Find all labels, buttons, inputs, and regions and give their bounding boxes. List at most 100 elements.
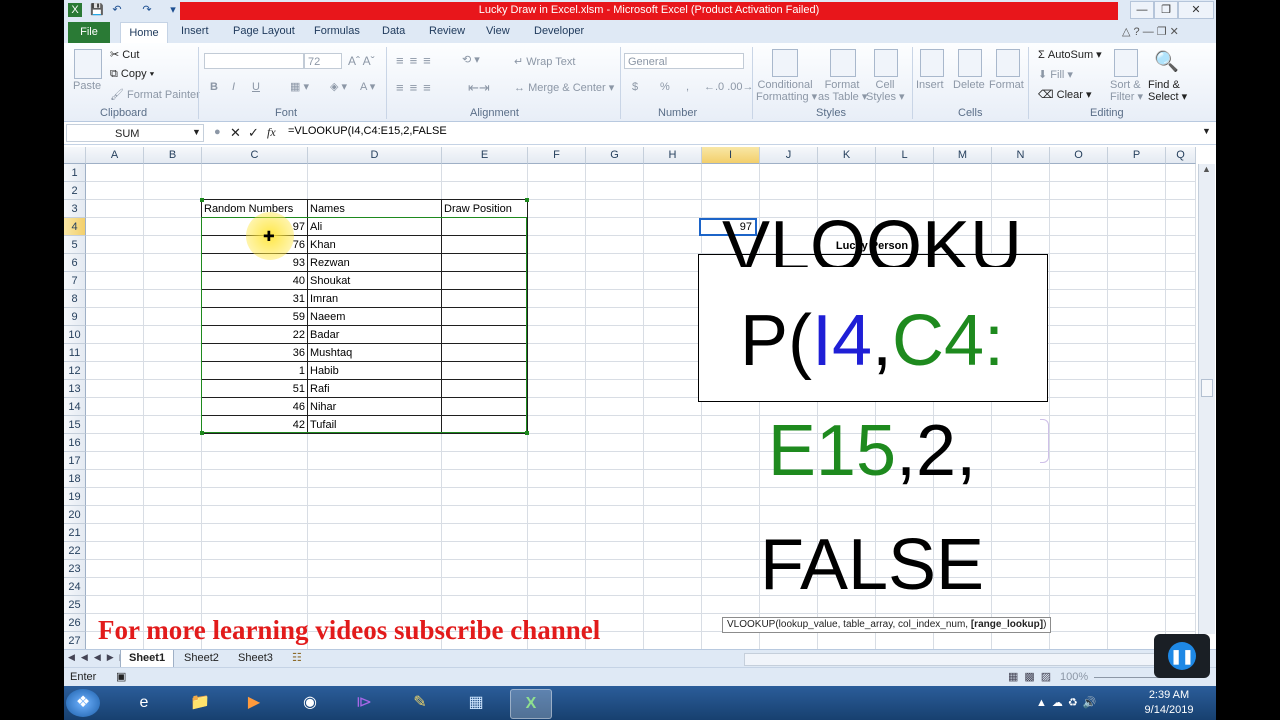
vertical-scrollbar[interactable] xyxy=(1198,164,1215,634)
row-header[interactable]: 21 xyxy=(64,524,86,542)
format-as-table-button[interactable]: Format as Table ▾ xyxy=(818,79,867,103)
column-header[interactable]: C xyxy=(202,147,308,164)
column-header[interactable]: B xyxy=(144,147,202,164)
row-header[interactable]: 17 xyxy=(64,452,86,470)
cut-button[interactable]: ✂ Cut xyxy=(110,48,139,61)
conditional-formatting-icon[interactable] xyxy=(772,49,798,77)
row-header[interactable]: 3 xyxy=(64,200,86,218)
column-header[interactable]: E xyxy=(442,147,528,164)
start-button-icon[interactable]: ❖ xyxy=(66,689,100,717)
percent-button[interactable]: % xyxy=(660,81,670,93)
column-header[interactable]: J xyxy=(760,147,818,164)
name-box-dropdown-icon[interactable]: ▼ xyxy=(192,127,201,137)
bold-button[interactable]: B xyxy=(210,81,218,93)
row-header[interactable]: 16 xyxy=(64,434,86,452)
redo-icon[interactable]: ↷ xyxy=(140,3,154,17)
paste-icon[interactable] xyxy=(74,49,102,79)
visual-studio-icon[interactable]: ⧐ xyxy=(346,689,382,717)
column-header[interactable]: K xyxy=(818,147,876,164)
excel-taskbar-icon[interactable]: X xyxy=(510,689,552,719)
explorer-icon[interactable]: 📁 xyxy=(182,689,218,717)
format-cells-button[interactable]: Format xyxy=(989,79,1024,91)
column-header[interactable]: F xyxy=(528,147,586,164)
scroll-up-icon[interactable]: ▲ xyxy=(1202,164,1211,174)
column-header[interactable]: H xyxy=(644,147,702,164)
resize-handle[interactable] xyxy=(1040,419,1049,463)
table-header-cell[interactable]: Random Numbers xyxy=(202,200,308,218)
font-name-combo[interactable] xyxy=(204,53,304,69)
row-header[interactable]: 13 xyxy=(64,380,86,398)
wrap-text-button[interactable]: ↵ Wrap Text xyxy=(514,55,575,68)
row-header[interactable]: 22 xyxy=(64,542,86,560)
conditional-formatting-button[interactable]: Conditional Formatting ▾ xyxy=(756,79,817,103)
cell-styles-button[interactable]: Cell Styles ▾ xyxy=(866,79,905,103)
insert-cells-button[interactable]: Insert xyxy=(916,79,944,91)
table-header-cell[interactable]: Draw Position xyxy=(442,200,528,218)
decimal-icons[interactable]: ←.0 .00→ xyxy=(704,81,754,93)
column-header[interactable]: M xyxy=(934,147,992,164)
column-header[interactable]: O xyxy=(1050,147,1108,164)
font-color-icon[interactable]: A ▾ xyxy=(360,80,375,93)
row-header[interactable]: 1 xyxy=(64,164,86,182)
insert-cells-icon[interactable] xyxy=(920,49,944,77)
insert-function-icon[interactable]: fx xyxy=(267,125,276,140)
currency-button[interactable]: $ xyxy=(632,81,638,93)
tab-review[interactable]: Review xyxy=(429,25,465,37)
range-handle[interactable] xyxy=(200,198,204,202)
enter-formula-icon[interactable]: ✓ xyxy=(248,125,259,141)
underline-button[interactable]: U xyxy=(252,81,260,93)
paste-button[interactable]: Paste xyxy=(73,80,101,92)
column-header[interactable]: P xyxy=(1108,147,1166,164)
fill-button[interactable]: ⬇ Fill ▾ xyxy=(1038,68,1073,81)
cancel-formula-icon[interactable]: ✕ xyxy=(230,125,241,141)
restore-icon[interactable]: ❐ xyxy=(1154,1,1178,19)
column-header[interactable]: L xyxy=(876,147,934,164)
row-header[interactable]: 26 xyxy=(64,614,86,632)
row-header[interactable]: 2 xyxy=(64,182,86,200)
save-icon[interactable]: 💾 xyxy=(90,3,104,17)
row-header[interactable]: 19 xyxy=(64,488,86,506)
tab-data[interactable]: Data xyxy=(382,25,405,37)
column-header[interactable]: D xyxy=(308,147,442,164)
expand-formula-bar-icon[interactable]: ▼ xyxy=(1202,126,1211,136)
row-header[interactable]: 10 xyxy=(64,326,86,344)
tab-home[interactable]: Home xyxy=(120,22,168,44)
row-header[interactable]: 11 xyxy=(64,344,86,362)
horizontal-scrollbar[interactable] xyxy=(744,653,1186,666)
borders-icon[interactable]: ▦ ▾ xyxy=(290,80,309,93)
autosum-button[interactable]: Σ AutoSum ▾ xyxy=(1038,48,1102,61)
tab-developer[interactable]: Developer xyxy=(534,25,584,37)
customize-toolbar-icon[interactable]: ▾ xyxy=(166,3,180,17)
macro-record-icon[interactable]: ▣ xyxy=(116,670,126,683)
formula-input[interactable]: =VLOOKUP(I4,C4:E15,2,FALSE xyxy=(288,125,447,137)
tab-view[interactable]: View xyxy=(486,25,510,37)
sheet-tab-1[interactable]: Sheet1 xyxy=(120,650,175,668)
row-header[interactable]: 25 xyxy=(64,596,86,614)
scroll-thumb[interactable] xyxy=(1201,379,1213,397)
undo-icon[interactable]: ↶ xyxy=(110,3,124,17)
row-header[interactable]: 14 xyxy=(64,398,86,416)
format-cells-icon[interactable] xyxy=(996,49,1020,77)
sheet-tab-2[interactable]: Sheet2 xyxy=(184,652,219,664)
row-header[interactable]: 5 xyxy=(64,236,86,254)
row-header[interactable]: 24 xyxy=(64,578,86,596)
pause-icon[interactable]: ❚❚ xyxy=(1168,642,1196,670)
grow-font-icon[interactable]: Aˆ Aˇ xyxy=(348,54,375,68)
sheet-tab-3[interactable]: Sheet3 xyxy=(238,652,273,664)
minimize-icon[interactable]: — xyxy=(1130,1,1154,19)
clear-button[interactable]: ⌫ Clear ▾ xyxy=(1038,88,1092,101)
chrome-icon[interactable]: ◉ xyxy=(292,689,328,717)
ie-icon[interactable]: e xyxy=(126,689,162,717)
font-size-combo[interactable]: 72 xyxy=(304,53,342,69)
delete-cells-button[interactable]: Delete xyxy=(953,79,985,91)
new-sheet-icon[interactable]: ☷ xyxy=(292,651,302,664)
help-icon[interactable]: △ ? — ❐ ✕ xyxy=(1122,25,1179,38)
tab-insert[interactable]: Insert xyxy=(181,25,209,37)
format-as-table-icon[interactable] xyxy=(830,49,856,77)
select-all-corner[interactable] xyxy=(64,147,86,164)
tab-formulas[interactable]: Formulas xyxy=(314,25,360,37)
find-select-button[interactable]: Find & Select ▾ xyxy=(1148,79,1187,103)
row-header[interactable]: 15 xyxy=(64,416,86,434)
row-header[interactable]: 7 xyxy=(64,272,86,290)
italic-button[interactable]: I xyxy=(232,81,235,93)
